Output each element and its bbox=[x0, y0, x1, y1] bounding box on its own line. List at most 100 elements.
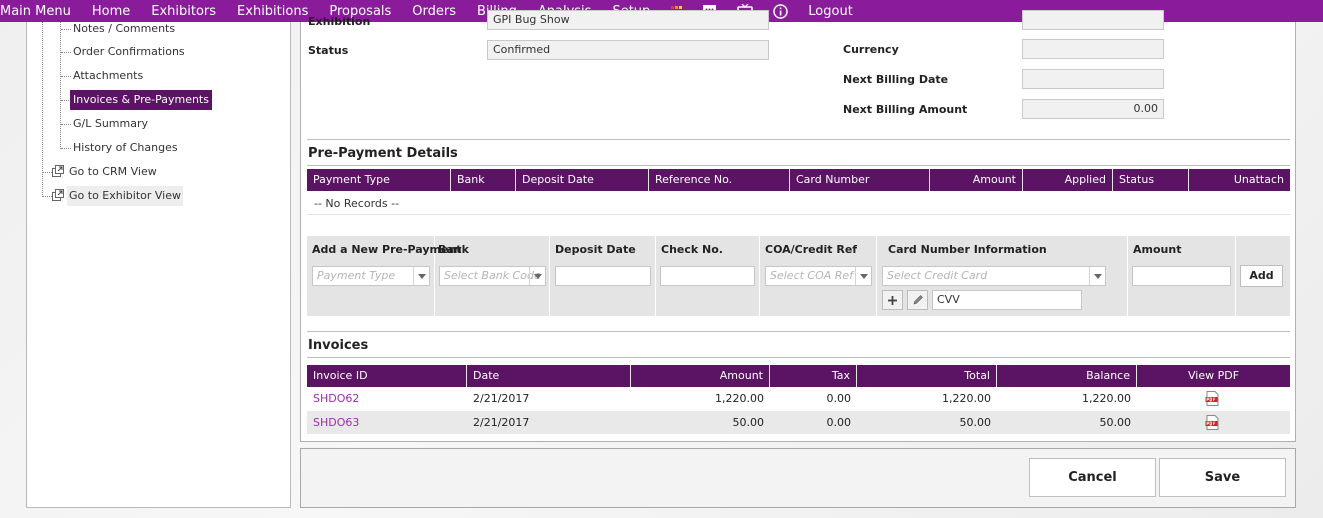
tree-item-go-to-exhibitor-view[interactable]: Go to Exhibitor View bbox=[27, 186, 287, 206]
cvv-input[interactable]: CVV bbox=[932, 290, 1082, 310]
tree-item-invoices-prepayments[interactable]: Invoices & Pre-Payments bbox=[27, 90, 287, 110]
column-header-applied[interactable]: Applied bbox=[1023, 169, 1113, 191]
column-header-payment-type[interactable]: Payment Type bbox=[307, 169, 451, 191]
currency-label: Currency bbox=[843, 43, 899, 56]
payment-type-select[interactable]: Payment Type bbox=[312, 266, 430, 286]
tree-item-notes-comments[interactable]: Notes / Comments bbox=[27, 19, 287, 39]
next-billing-date-label: Next Billing Date bbox=[843, 73, 949, 86]
external-link-icon bbox=[52, 165, 64, 177]
status-label: Status bbox=[308, 44, 349, 57]
add-col-card-number-info: Card Number Information Select Credit Ca… bbox=[877, 236, 1128, 316]
coa-ref-select[interactable]: Select COA Ref bbox=[765, 266, 872, 286]
menu-orders[interactable]: Orders bbox=[412, 4, 456, 19]
tree-item-label: Notes / Comments bbox=[73, 22, 176, 35]
edit-card-button[interactable] bbox=[907, 290, 928, 310]
chevron-down-icon bbox=[855, 267, 871, 285]
section-divider bbox=[307, 331, 1290, 332]
save-button[interactable]: Save bbox=[1159, 458, 1286, 497]
section-divider bbox=[307, 165, 1290, 166]
invoice-tax: 0.00 bbox=[826, 392, 852, 405]
invoice-total: 50.00 bbox=[959, 416, 992, 429]
add-col-payment-type: Add a New Pre-Payment Payment Type bbox=[307, 236, 462, 316]
invoice-date: 2/21/2017 bbox=[473, 392, 530, 405]
invoice-balance: 50.00 bbox=[1099, 416, 1132, 429]
add-header-check-no: Check No. bbox=[661, 243, 723, 256]
invoice-amount: 1,220.00 bbox=[715, 392, 764, 405]
table-row: SHDO62 2/21/2017 1,220.00 0.00 1,220.00 … bbox=[307, 387, 1290, 410]
column-header-bank[interactable]: Bank bbox=[451, 169, 516, 191]
add-card-button[interactable] bbox=[882, 290, 903, 310]
check-no-input[interactable] bbox=[660, 266, 755, 286]
add-header-coa-credit-ref: COA/Credit Ref bbox=[765, 243, 858, 256]
cancel-button[interactable]: Cancel bbox=[1029, 458, 1156, 497]
column-header-card-number[interactable]: Card Number bbox=[790, 169, 930, 191]
bank-select[interactable]: Select Bank Code bbox=[439, 266, 546, 286]
menu-exhibitors[interactable]: Exhibitors bbox=[151, 4, 216, 19]
add-prepayment-button[interactable]: Add bbox=[1240, 265, 1283, 287]
column-header-view-pdf[interactable]: View PDF bbox=[1137, 365, 1290, 387]
column-header-invoice-id[interactable]: Invoice ID bbox=[307, 365, 467, 387]
invoices-title: Invoices bbox=[308, 338, 369, 353]
column-header-date[interactable]: Date bbox=[467, 365, 631, 387]
column-header-tax[interactable]: Tax bbox=[770, 365, 857, 387]
add-header-deposit-date: Deposit Date bbox=[555, 243, 636, 256]
column-header-deposit-date[interactable]: Deposit Date bbox=[516, 169, 649, 191]
add-col-action: Add bbox=[1236, 236, 1290, 316]
pdf-icon[interactable] bbox=[1205, 415, 1221, 430]
tree-item-label: G/L Summary bbox=[73, 117, 149, 130]
credit-card-placeholder: Select Credit Card bbox=[887, 269, 988, 282]
section-divider bbox=[307, 139, 1290, 140]
column-header-unattach[interactable]: Unattach bbox=[1189, 169, 1290, 191]
credit-card-select[interactable]: Select Credit Card bbox=[882, 266, 1106, 286]
tree-branch bbox=[61, 148, 71, 149]
tree-item-order-confirmations[interactable]: Order Confirmations bbox=[27, 42, 287, 62]
menu-exhibitions[interactable]: Exhibitions bbox=[237, 4, 308, 19]
column-header-amount[interactable]: Amount bbox=[631, 365, 770, 387]
column-header-status[interactable]: Status bbox=[1113, 169, 1189, 191]
add-col-amount: Amount bbox=[1128, 236, 1236, 316]
next-billing-amount-label: Next Billing Amount bbox=[843, 103, 968, 116]
table-row: SHDO63 2/21/2017 50.00 0.00 50.00 50.00 bbox=[307, 411, 1290, 434]
tree-item-label: Invoices & Pre-Payments bbox=[70, 90, 212, 110]
invoice-balance: 1,220.00 bbox=[1082, 392, 1131, 405]
tree-item-history-of-changes[interactable]: History of Changes bbox=[27, 138, 287, 158]
chevron-down-icon bbox=[529, 267, 545, 285]
add-col-check-no: Check No. bbox=[656, 236, 760, 316]
exhibition-field: GPI Bug Show bbox=[487, 10, 769, 30]
tree-item-label: Order Confirmations bbox=[73, 45, 185, 58]
main-panel: Exhibition GPI Bug Show Status Confirmed… bbox=[300, 10, 1296, 442]
menu-home[interactable]: Home bbox=[92, 4, 130, 19]
payment-type-placeholder: Payment Type bbox=[317, 269, 396, 282]
pdf-icon[interactable] bbox=[1205, 391, 1221, 406]
menu-logout[interactable]: Logout bbox=[808, 4, 853, 19]
navigation-tree: Notes / Comments Order Confirmations Att… bbox=[26, 22, 291, 508]
column-header-reference-no[interactable]: Reference No. bbox=[649, 169, 790, 191]
deposit-date-input[interactable] bbox=[555, 266, 651, 286]
tree-branch bbox=[61, 52, 71, 53]
prepayment-grid-body: -- No Records -- bbox=[307, 191, 1290, 215]
tree-item-attachments[interactable]: Attachments bbox=[27, 66, 287, 86]
tree-item-go-to-crm-view[interactable]: Go to CRM View bbox=[27, 162, 287, 182]
tree-item-gl-summary[interactable]: G/L Summary bbox=[27, 114, 287, 134]
add-header-bank: Bank bbox=[438, 243, 469, 256]
invoices-grid-header: Invoice ID Date Amount Tax Total Balance… bbox=[307, 365, 1290, 387]
tree-branch bbox=[43, 172, 52, 173]
tree-item-label: Attachments bbox=[73, 69, 144, 82]
tree-branch bbox=[61, 76, 71, 77]
menu-main-menu[interactable]: Main Menu bbox=[0, 4, 71, 19]
tree-branch bbox=[61, 100, 69, 101]
add-col-deposit-date: Deposit Date bbox=[550, 236, 656, 316]
add-col-bank: Bank Select Bank Code bbox=[435, 236, 550, 316]
column-header-total[interactable]: Total bbox=[857, 365, 997, 387]
invoice-id-link[interactable]: SHDO62 bbox=[307, 387, 467, 410]
currency-field bbox=[1022, 39, 1164, 59]
prepayment-title: Pre-Payment Details bbox=[308, 146, 458, 161]
invoice-id-link[interactable]: SHDO63 bbox=[307, 411, 467, 434]
coa-ref-placeholder: Select COA Ref bbox=[770, 269, 854, 282]
column-header-amount[interactable]: Amount bbox=[930, 169, 1023, 191]
column-header-balance[interactable]: Balance bbox=[997, 365, 1137, 387]
next-billing-amount-field: 0.00 bbox=[1022, 99, 1164, 119]
amount-input[interactable] bbox=[1132, 266, 1231, 286]
info-icon[interactable] bbox=[773, 3, 789, 19]
section-divider bbox=[307, 357, 1290, 358]
